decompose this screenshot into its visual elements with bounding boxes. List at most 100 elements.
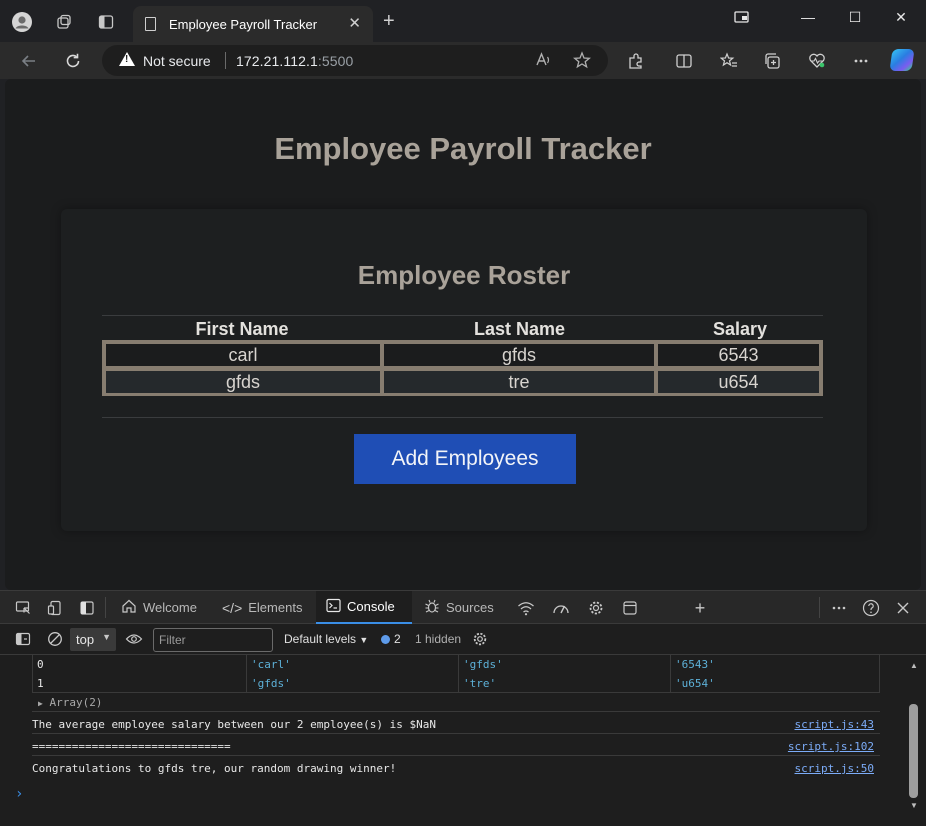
- add-employees-button[interactable]: Add Employees: [354, 434, 576, 484]
- array-summary-toggle[interactable]: ▶ Array(2): [38, 696, 102, 709]
- add-tool-plus-icon[interactable]: +: [691, 598, 709, 618]
- new-tab-button[interactable]: +: [383, 10, 395, 33]
- minimize-button[interactable]: —: [792, 6, 824, 28]
- help-icon[interactable]: [862, 599, 880, 617]
- levels-caret-icon: ▼: [359, 635, 369, 645]
- context-selector[interactable]: top ▼: [70, 628, 116, 651]
- inspect-element-icon[interactable]: [14, 599, 32, 617]
- roster-bottom-divider: [102, 417, 823, 418]
- devtools-tab-elements[interactable]: </> Elements: [214, 591, 310, 624]
- console-scrollbar[interactable]: ▲ ▼: [906, 655, 926, 826]
- device-emulation-icon[interactable]: [46, 599, 64, 617]
- console-message: Congratulations to gfds tre, our random …: [32, 755, 880, 777]
- roster-title: Employee Roster: [357, 260, 571, 290]
- devtools-tab-console[interactable]: Console: [316, 591, 412, 624]
- url-host: 172.21.112.1: [236, 53, 318, 69]
- network-wifi-icon[interactable]: [517, 599, 535, 617]
- devtools-tab-welcome[interactable]: Welcome: [112, 591, 208, 624]
- favorites-icon[interactable]: [719, 51, 739, 71]
- profile-avatar-icon[interactable]: [12, 12, 32, 32]
- dropdown-caret-icon: ▼: [102, 632, 111, 642]
- console-icon: [326, 598, 341, 616]
- extensions-icon[interactable]: [626, 51, 646, 71]
- column-header-salary: Salary: [712, 319, 768, 339]
- console-prompt[interactable]: ›: [15, 786, 23, 802]
- home-icon: [121, 598, 137, 617]
- hidden-messages-count: 1 hidden: [415, 632, 462, 646]
- source-link[interactable]: script.js:43: [795, 718, 874, 731]
- devtools-divider: [819, 597, 820, 618]
- browser-tab-active[interactable]: Employee Payroll Tracker ✕: [133, 6, 373, 42]
- clear-console-icon[interactable]: [46, 630, 64, 648]
- address-divider: [225, 52, 226, 69]
- close-tab-icon[interactable]: ✕: [348, 14, 361, 32]
- security-status[interactable]: Not secure: [143, 53, 211, 69]
- page-favicon-icon: [145, 17, 156, 31]
- copilot-icon[interactable]: [889, 49, 915, 71]
- close-devtools-icon[interactable]: [894, 599, 912, 617]
- devtools-divider: [105, 597, 106, 618]
- read-aloud-icon[interactable]: [534, 51, 552, 73]
- roster-card: Employee Roster First Name Last Name Sal…: [61, 209, 867, 531]
- console-message-text: Congratulations to gfds tre, our random …: [32, 762, 397, 775]
- back-arrow-icon[interactable]: [18, 50, 40, 72]
- tab-label-welcome: Welcome: [143, 600, 197, 615]
- window-menu-icon[interactable]: [726, 6, 758, 28]
- console-sidebar-icon[interactable]: [14, 630, 32, 648]
- console-message: The average employee salary between our …: [32, 711, 880, 733]
- console-filter-input[interactable]: [153, 628, 273, 652]
- source-link[interactable]: script.js:50: [795, 762, 874, 775]
- settings-gear-icon[interactable]: [587, 599, 605, 617]
- table-row-index: 0: [33, 655, 247, 674]
- devtools-tab-sources[interactable]: Sources: [416, 591, 506, 624]
- table-row-index: 1: [33, 674, 247, 693]
- workspaces-icon[interactable]: [54, 12, 74, 32]
- more-options-icon[interactable]: [851, 51, 871, 71]
- table-cell-last-name: tre: [383, 370, 655, 394]
- message-count-badge[interactable]: 2: [381, 632, 401, 646]
- warning-icon[interactable]: [119, 52, 135, 66]
- scrollbar-thumb[interactable]: [909, 704, 918, 798]
- close-window-button[interactable]: ✕: [885, 6, 917, 28]
- column-header-last-name: Last Name: [473, 319, 566, 339]
- console-output: 0 'carl' 'gfds' '6543' 1 'gfds' 'tre' 'u…: [0, 655, 906, 826]
- refresh-icon[interactable]: [62, 50, 84, 72]
- split-screen-icon[interactable]: [674, 51, 694, 71]
- table-cell-salary: 6543: [657, 343, 820, 367]
- table-cell-first-name: carl: [105, 343, 381, 367]
- table-cell: 'tre': [459, 674, 671, 693]
- tab-label-elements: Elements: [248, 600, 303, 615]
- array-summary-label: Array(2): [49, 696, 103, 709]
- url-text[interactable]: 172.21.112.1:5500: [236, 53, 353, 69]
- table-cell: 'gfds': [459, 655, 671, 674]
- page-viewport: Employee Payroll Tracker Employee Roster…: [5, 79, 921, 590]
- code-brackets-icon: </>: [222, 599, 243, 616]
- collections-icon[interactable]: [763, 51, 783, 71]
- log-levels-dropdown[interactable]: Default levels ▼: [284, 632, 368, 646]
- tab-actions-icon[interactable]: [96, 12, 116, 32]
- roster-top-divider: [102, 315, 823, 316]
- source-link[interactable]: script.js:102: [788, 740, 874, 753]
- table-cell-salary: u654: [657, 370, 820, 394]
- maximize-button[interactable]: ☐: [839, 6, 871, 28]
- dock-side-icon[interactable]: [78, 599, 96, 617]
- tab-label-console: Console: [347, 599, 395, 614]
- expand-triangle-icon: ▶: [38, 699, 43, 708]
- address-bar[interactable]: Not secure 172.21.112.1:5500: [102, 45, 608, 76]
- performance-gauge-icon[interactable]: [552, 599, 570, 617]
- application-panel-icon[interactable]: [621, 599, 639, 617]
- favorite-star-icon[interactable]: [573, 51, 591, 73]
- browser-essentials-icon[interactable]: [807, 51, 827, 71]
- console-settings-gear-icon[interactable]: [471, 630, 489, 648]
- console-message-text: The average employee salary between our …: [32, 718, 436, 731]
- navigation-bar: Not secure 172.21.112.1:5500: [0, 42, 926, 79]
- console-message-text: ==============================: [32, 740, 231, 753]
- message-info-icon: [381, 635, 390, 644]
- devtools-more-icon[interactable]: [830, 599, 848, 617]
- tab-label-sources: Sources: [446, 600, 494, 615]
- console-toolbar: top ▼ Default levels ▼ 2 1 hidden: [0, 624, 926, 655]
- url-port: :5500: [317, 53, 354, 69]
- scroll-down-arrow-icon[interactable]: ▼: [910, 801, 918, 810]
- live-expression-eye-icon[interactable]: [125, 630, 143, 648]
- scroll-up-arrow-icon[interactable]: ▲: [910, 661, 918, 670]
